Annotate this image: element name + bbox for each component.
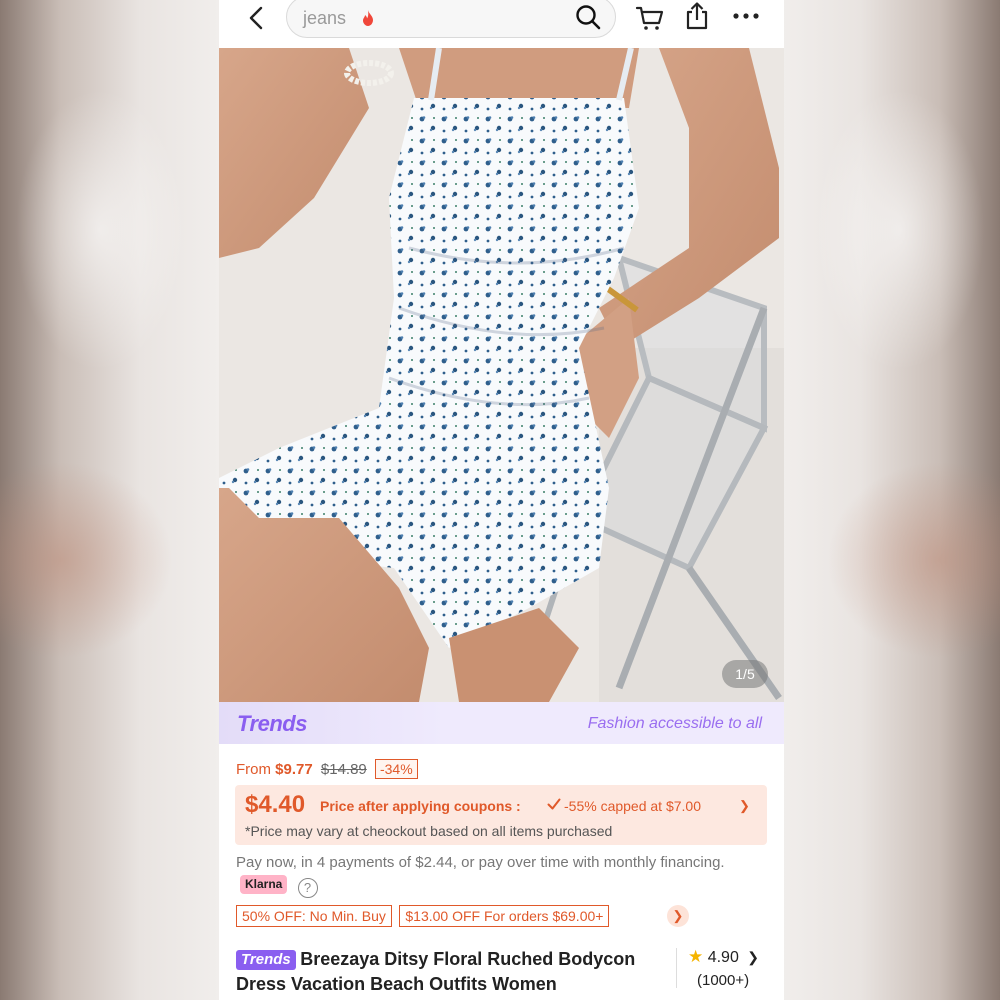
- rating-value: 4.90: [707, 949, 739, 966]
- coupon-note: *Price may vary at cheockout based on al…: [245, 823, 613, 839]
- trends-slogan: Fashion accessible to all: [587, 715, 762, 732]
- original-price: $14.89: [320, 761, 367, 778]
- search-query: jeans: [303, 8, 347, 28]
- share-icon[interactable]: [683, 1, 711, 31]
- divider: [676, 948, 677, 988]
- star-icon: ★: [688, 947, 704, 966]
- search-input[interactable]: jeans: [286, 0, 616, 38]
- klarna-text: Pay now, in 4 payments of $2.44, or pay …: [236, 854, 725, 871]
- help-icon[interactable]: ?: [297, 878, 318, 898]
- fire-icon: [363, 10, 373, 26]
- back-arrow-icon[interactable]: [243, 4, 271, 32]
- coupon-cap: -55% capped at $7.00: [564, 798, 701, 814]
- product-photo: [219, 48, 784, 702]
- trends-banner[interactable]: Trends Fashion accessible to all: [219, 702, 784, 744]
- rating-count: (1000+): [697, 972, 750, 989]
- check-icon: [547, 798, 561, 810]
- image-counter: 1/5: [722, 660, 768, 688]
- coupon-label: Price after applying coupons :: [320, 798, 521, 814]
- search-icon[interactable]: [574, 3, 602, 31]
- promo-tag[interactable]: 50% OFF: No Min. Buy: [236, 905, 392, 927]
- product-image[interactable]: 1/5: [219, 48, 784, 702]
- product-title: Breezaya Ditsy Floral Ruched Bodycon Dre…: [236, 949, 636, 994]
- top-bar: jeans: [219, 0, 784, 48]
- chevron-right-icon: ❯: [739, 798, 750, 813]
- coupon-price: $4.40: [245, 791, 306, 818]
- app-screen: jeans 1/5 Trends Fashion accessible to a…: [219, 0, 784, 1000]
- chevron-right-icon: ❯: [747, 949, 760, 965]
- rating[interactable]: ★ 4.90 ❯: [688, 947, 759, 967]
- discount-badge: -34%: [374, 759, 418, 779]
- product-title-block: Trends Breezaya Ditsy Floral Ruched Body…: [236, 947, 674, 997]
- coupon-price-box[interactable]: $4.40 Price after applying coupons : -55…: [235, 785, 767, 845]
- trends-tag: Trends: [236, 950, 296, 970]
- current-price: $9.77: [275, 761, 313, 778]
- klarna-badge[interactable]: Klarna: [240, 875, 288, 894]
- chevron-right-icon[interactable]: ❯: [667, 905, 689, 927]
- price-row: From $9.77 $14.89 -34%: [236, 759, 418, 779]
- klarna-financing: Pay now, in 4 payments of $2.44, or pay …: [236, 852, 746, 898]
- price-from-label: From: [236, 761, 271, 778]
- trends-logo: Trends: [237, 711, 307, 736]
- cart-icon[interactable]: [635, 3, 665, 33]
- promo-row: 50% OFF: No Min. Buy $13.00 OFF For orde…: [236, 905, 689, 929]
- promo-tag[interactable]: $13.00 OFF For orders $69.00+: [399, 905, 610, 927]
- more-options-icon[interactable]: [731, 6, 761, 26]
